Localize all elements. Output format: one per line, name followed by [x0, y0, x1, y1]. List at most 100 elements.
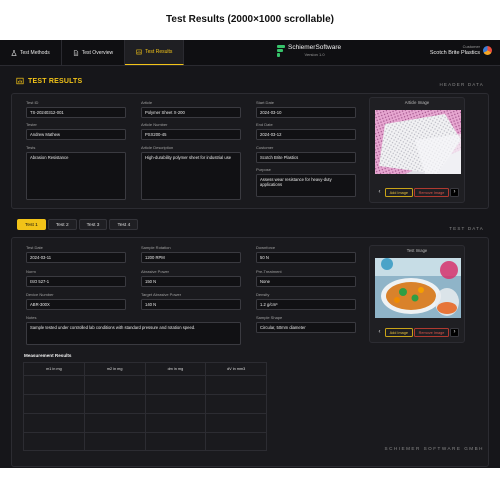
table-column[interactable] [145, 376, 207, 450]
field-label: Test Date [26, 245, 43, 250]
field-label: Pre-Treatment [256, 269, 282, 274]
pre-treatment-field: Pre-Treatment None [256, 269, 356, 288]
article-number-field: Article Number PSX200-45 [141, 122, 241, 141]
app-window: Test Methods Test Overview Test Results … [0, 40, 500, 468]
field-label: Tests [26, 145, 36, 150]
column-header: dV in mm3 [227, 367, 246, 371]
test-date-field: Test Date 2024-03-11 [26, 245, 126, 264]
test-id-input[interactable]: TS-20240312-001 [26, 107, 126, 119]
field-label: Tester [26, 122, 37, 127]
purpose-input[interactable]: Assess wear resistance for heavy-duty ap… [256, 174, 356, 197]
target-abrasive-power-field: Target Abrasive Power 140 N [141, 292, 241, 311]
section-heading: TEST RESULTS [16, 77, 82, 85]
tester-field: Tester Andrew Mathew [26, 122, 126, 141]
add-image-button[interactable]: Add Image [384, 327, 413, 337]
remove-image-button[interactable]: Remove Image [413, 327, 450, 337]
tab-test-2[interactable]: Test 2 [47, 219, 77, 230]
test-date-input[interactable]: 2024-03-11 [26, 252, 126, 264]
target-abrasive-power-input[interactable]: 140 N [141, 299, 241, 311]
table-column[interactable] [24, 376, 85, 450]
nav-test-methods[interactable]: Test Methods [0, 40, 62, 65]
test-image [375, 258, 461, 318]
norm-input[interactable]: ISO 527-1 [26, 276, 126, 288]
nav-label: Test Methods [20, 49, 50, 56]
test-image-card: Test Image ‹ Add Image Remove Image › [369, 245, 465, 343]
pre-treatment-input[interactable]: None [256, 276, 356, 288]
measurement-table: m1 in mg m2 in mg dm in mg dV in mm3 [23, 362, 267, 451]
downforce-input[interactable]: 50 N [256, 252, 356, 264]
field-label: Test ID [26, 100, 39, 105]
top-navigation-bar: Test Methods Test Overview Test Results … [0, 40, 500, 66]
table-body [24, 376, 266, 450]
nav-test-overview[interactable]: Test Overview [62, 40, 126, 65]
notes-input[interactable]: Sample tested under controlled lab condi… [26, 322, 241, 345]
norm-field: Norm ISO 527-1 [26, 269, 126, 288]
article-input[interactable]: Polymer Sheet X-200 [141, 107, 241, 119]
test-data-tag: TEST DATA [449, 226, 484, 231]
sample-shape-input[interactable]: Circular, 50mm diameter [256, 322, 356, 334]
customer-name: Scotch Brite Plastics [429, 50, 480, 56]
image-controls: ‹ Add Image Remove Image › [375, 327, 459, 337]
nav-test-results[interactable]: Test Results [125, 40, 185, 65]
device-number-field: Device Number ABR-300X [26, 292, 126, 311]
add-image-button[interactable]: Add Image [384, 187, 413, 197]
main-nav: Test Methods Test Overview Test Results [0, 40, 185, 65]
brand: SchiemerSoftware Version 1.0 [277, 44, 341, 57]
field-label: Sample Shape [256, 315, 283, 320]
customer-field: Customer Scotch Brite Plastics [256, 145, 356, 164]
article-field: Article Polymer Sheet X-200 [141, 100, 241, 119]
purpose-field: Purpose Assess wear resistance for heavy… [256, 167, 356, 197]
next-image-button[interactable]: › [450, 187, 459, 197]
next-image-button[interactable]: › [450, 327, 459, 337]
footer-company: SCHIEMER SOFTWARE GMBH [384, 446, 484, 451]
sample-rotation-field: Sample Rotation 1200 RPM [141, 245, 241, 264]
section-title: TEST RESULTS [28, 77, 83, 85]
customer-info: Customer Scotch Brite Plastics [430, 44, 492, 56]
article-image-card: Article Image ‹ Add Image Remove Image › [369, 97, 465, 203]
density-input[interactable]: 1.2 g/cm³ [256, 299, 356, 311]
abrasive-power-field: Abrasive Power 150 N [141, 269, 241, 288]
remove-image-button[interactable]: Remove Image [413, 187, 450, 197]
field-label: Density [256, 292, 270, 297]
abrasive-power-input[interactable]: 150 N [141, 276, 241, 288]
article-description-input[interactable]: High-durability polymer sheet for indust… [141, 152, 241, 200]
image-controls: ‹ Add Image Remove Image › [375, 187, 459, 197]
tab-test-1[interactable]: Test 1 [17, 219, 46, 230]
field-label: Notes [26, 315, 37, 320]
field-label: Downforce [256, 245, 276, 250]
customer-input[interactable]: Scotch Brite Plastics [256, 152, 356, 164]
field-label: Article [141, 100, 153, 105]
page-title: Test Results (2000×1000 scrollable) [166, 14, 334, 25]
column-header: dm in mg [146, 363, 207, 375]
field-label: Sample Rotation [141, 245, 171, 250]
device-number-input[interactable]: ABR-300X [26, 299, 126, 311]
image-card-title: Article Image [404, 100, 430, 105]
notes-field: Notes Sample tested under controlled lab… [26, 315, 241, 345]
tab-test-3[interactable]: Test 3 [78, 219, 108, 230]
customer-avatar[interactable] [483, 45, 492, 55]
table-column[interactable] [84, 376, 146, 450]
sample-shape-field: Sample Shape Circular, 50mm diameter [256, 315, 356, 334]
image-card-title: Test Image [406, 248, 428, 253]
header-data-panel: Test ID TS-20240312-001 Tester Andrew Ma… [11, 93, 489, 209]
tests-input[interactable]: Abrasion Resistance [26, 152, 126, 200]
tab-test-4[interactable]: Test 4 [109, 219, 139, 230]
sample-rotation-input[interactable]: 1200 RPM [141, 252, 241, 264]
nav-label: Test Results [145, 49, 173, 55]
brand-version: Version 1.0 [304, 52, 325, 57]
field-label: End Date [256, 122, 273, 127]
table-column[interactable] [206, 376, 266, 450]
prev-image-button[interactable]: ‹ [375, 328, 384, 337]
field-label: Article Number [141, 122, 168, 127]
header-data-tag: HEADER DATA [439, 82, 484, 87]
tester-input[interactable]: Andrew Mathew [26, 129, 126, 141]
article-image [375, 110, 461, 174]
article-number-input[interactable]: PSX200-45 [141, 129, 241, 141]
prev-image-button[interactable]: ‹ [375, 188, 384, 197]
start-date-input[interactable]: 2024-03-10 [256, 107, 356, 119]
customer-label: Customer [462, 44, 480, 49]
field-label: Norm [26, 269, 36, 274]
end-date-field: End Date 2024-03-12 [256, 122, 356, 141]
field-label: Abrasive Power [141, 269, 170, 274]
end-date-input[interactable]: 2024-03-12 [256, 129, 356, 141]
